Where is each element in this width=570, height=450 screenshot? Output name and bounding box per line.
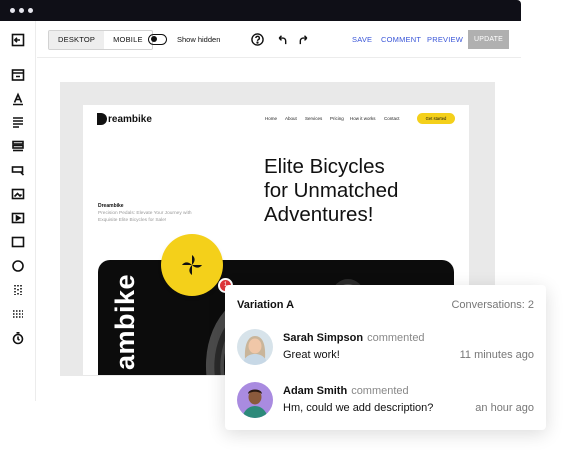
container-icon[interactable]: [8, 232, 28, 252]
undo-icon[interactable]: [273, 31, 289, 47]
help-icon[interactable]: [249, 31, 265, 47]
mobile-tab[interactable]: MOBILE: [104, 31, 152, 49]
window-dot: [28, 8, 33, 13]
comment-item[interactable]: Adam Smith commented Hm, could we add des…: [237, 382, 534, 422]
section-icon[interactable]: [8, 65, 28, 85]
timer-icon[interactable]: [8, 328, 28, 348]
comment-text: Hm, could we add description?: [283, 402, 434, 414]
hero-line: Elite Bicycles: [264, 155, 385, 178]
video-icon[interactable]: [8, 208, 28, 228]
site-logo[interactable]: reambike: [97, 113, 152, 125]
brand-name: Dreambike: [98, 203, 124, 209]
comment-time: 11 minutes ago: [459, 349, 534, 361]
device-switch: DESKTOP MOBILE: [48, 30, 153, 50]
image-icon[interactable]: [8, 184, 28, 204]
comment-time: an hour ago: [475, 402, 534, 414]
comment-item[interactable]: Sarah Simpson commented Great work! 11 mi…: [237, 329, 534, 369]
comment-header: Adam Smith commented: [283, 385, 409, 397]
variation-title: Variation A: [237, 299, 295, 311]
nav-home[interactable]: Home: [265, 116, 277, 121]
input-icon[interactable]: [8, 160, 28, 180]
preview-button[interactable]: PREVIEW: [427, 35, 463, 44]
avatar: [237, 329, 273, 365]
window-dot: [19, 8, 24, 13]
window-dot: [10, 8, 15, 13]
tool-sidebar: [0, 21, 36, 401]
comments-panel: Variation A Conversations: 2 Sarah Simps…: [225, 285, 546, 430]
redo-icon[interactable]: [296, 31, 312, 47]
nav-services[interactable]: Services: [305, 116, 322, 121]
avatar: [237, 382, 273, 418]
collapse-icon[interactable]: [8, 30, 28, 50]
conversation-count: Conversations: 2: [451, 299, 534, 311]
hero-line: for Unmatched: [264, 179, 399, 202]
top-toolbar: DESKTOP MOBILE Show hidden SAVE COMMENT …: [37, 21, 521, 58]
comment-button[interactable]: COMMENT: [381, 35, 421, 44]
pinwheel-icon: [182, 255, 202, 275]
nav-contact[interactable]: Contact: [384, 116, 400, 121]
toggle-knob: [150, 36, 157, 43]
columns-icon[interactable]: [8, 280, 28, 300]
paragraph-icon[interactable]: [8, 112, 28, 132]
logo-text: reambike: [108, 113, 152, 125]
logo-mark: [97, 113, 107, 125]
desktop-tab[interactable]: DESKTOP: [49, 31, 105, 49]
nav-about[interactable]: About: [285, 116, 297, 121]
comment-text: Great work!: [283, 349, 340, 361]
window-titlebar: [0, 0, 521, 21]
hero-title: Elite Bicycles for Unmatched Adventures!: [264, 155, 464, 227]
comment-header: Sarah Simpson commented: [283, 332, 425, 344]
tagline: Precision Pedals: Elevate Your Journey w…: [98, 211, 192, 223]
comment-author: Sarah Simpson: [283, 332, 364, 344]
list-icon[interactable]: [8, 136, 28, 156]
comment-marker[interactable]: [161, 234, 223, 296]
comment-author: Adam Smith: [283, 385, 348, 397]
comment-verb: commented: [351, 385, 409, 397]
comment-verb: commented: [367, 332, 425, 344]
divider-icon[interactable]: [8, 304, 28, 324]
circle-icon[interactable]: [8, 256, 28, 276]
show-hidden-toggle[interactable]: [148, 34, 167, 45]
get-started-button[interactable]: Get started: [417, 113, 455, 124]
save-button[interactable]: SAVE: [352, 35, 372, 44]
text-style-icon[interactable]: [8, 89, 28, 109]
show-hidden-label: Show hidden: [177, 35, 221, 44]
nav-pricing[interactable]: Pricing: [330, 116, 344, 121]
hero-line: Adventures!: [264, 203, 374, 226]
nav-how-it-works[interactable]: How it works: [350, 116, 376, 121]
update-button[interactable]: UPDATE: [468, 30, 509, 49]
